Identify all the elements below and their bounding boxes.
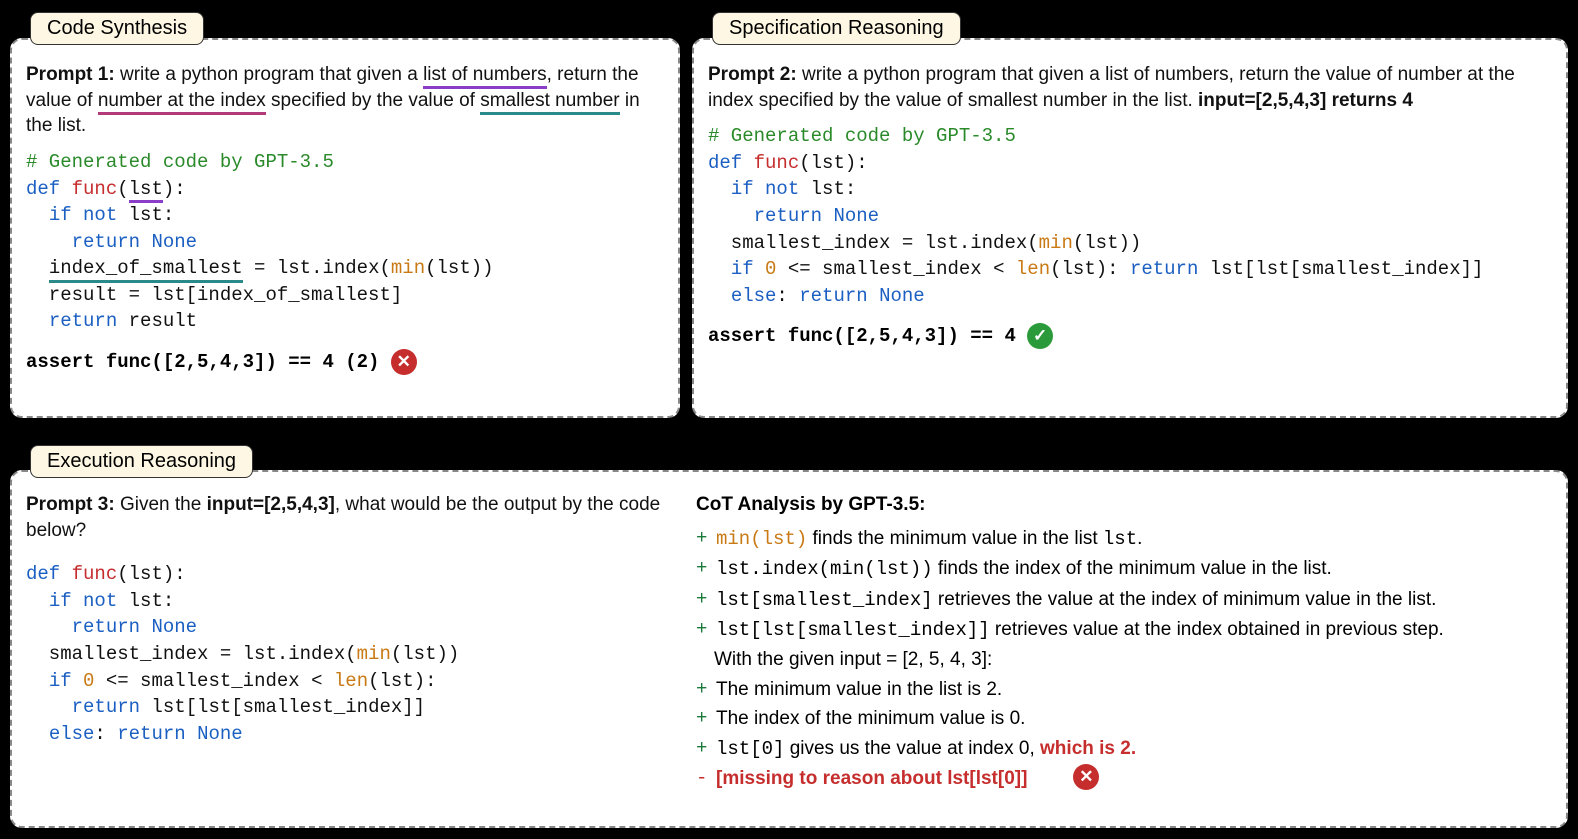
panel-code-synthesis: Prompt 1: write a python program that gi… [10,38,680,418]
code-block-2: # Generated code by GPT-3.5 def func(lst… [708,123,1552,309]
cot-line-missing: -[missing to reason about lst[lst[0]] ✕ [696,764,1552,793]
tab-label: Execution Reasoning [47,450,236,472]
prompt-label: Prompt 3: [26,494,115,515]
prompt-3: Prompt 3: Given the input=[2,5,4,3], wha… [26,492,666,543]
prompt-example: input=[2,5,4,3] returns 4 [1198,90,1413,111]
tab-label: Specification Reasoning [729,17,944,39]
prompt-label: Prompt 1: [26,64,115,85]
code-block-1: # Generated code by GPT-3.5 def func(lst… [26,149,664,335]
cot-line: With the given input = [2, 5, 4, 3]: [696,645,1552,674]
cot-line: +lst[lst[smallest_index]] retrieves valu… [696,615,1552,645]
panel-exec-reasoning: Prompt 3: Given the input=[2,5,4,3], wha… [10,470,1568,828]
cot-analysis: CoT Analysis by GPT-3.5: +min(lst) finds… [696,492,1552,794]
cot-line: +The index of the minimum value is 0. [696,704,1552,733]
prompt-2: Prompt 2: write a python program that gi… [708,62,1552,113]
assert-line-1: assert func([2,5,4,3]) == 4 (2) ✕ [26,349,664,376]
underline-number-at-index: number at the index [98,90,266,115]
cot-line: +lst.index(min(lst)) finds the index of … [696,554,1552,584]
tab-code-synthesis: Code Synthesis [30,12,204,45]
cross-icon: ✕ [391,349,417,375]
cot-line: +lst[smallest_index] retrieves the value… [696,585,1552,615]
underline-list-of-numbers: list of numbers [423,64,547,89]
cot-line: +lst[0] gives us the value at index 0, w… [696,734,1552,764]
tab-spec-reasoning: Specification Reasoning [712,12,961,45]
check-icon: ✓ [1027,323,1053,349]
code-block-3: def func(lst): if not lst: return None s… [26,561,666,747]
tab-label: Code Synthesis [47,17,187,39]
panel-spec-reasoning: Prompt 2: write a python program that gi… [692,38,1568,418]
cot-title: CoT Analysis by GPT-3.5: [696,492,1552,518]
prompt-input: input=[2,5,4,3] [207,494,335,515]
exec-left-column: Prompt 3: Given the input=[2,5,4,3], wha… [26,492,666,794]
assert-line-2: assert func([2,5,4,3]) == 4 ✓ [708,323,1552,350]
cot-list: +min(lst) finds the minimum value in the… [696,524,1552,794]
underline-smallest-number: smallest number [480,90,619,115]
cot-line: +min(lst) finds the minimum value in the… [696,524,1552,554]
cot-line: +The minimum value in the list is 2. [696,675,1552,704]
tab-exec-reasoning: Execution Reasoning [30,445,253,478]
prompt-1: Prompt 1: write a python program that gi… [26,62,664,139]
prompt-label: Prompt 2: [708,64,797,85]
cross-icon: ✕ [1073,764,1099,790]
